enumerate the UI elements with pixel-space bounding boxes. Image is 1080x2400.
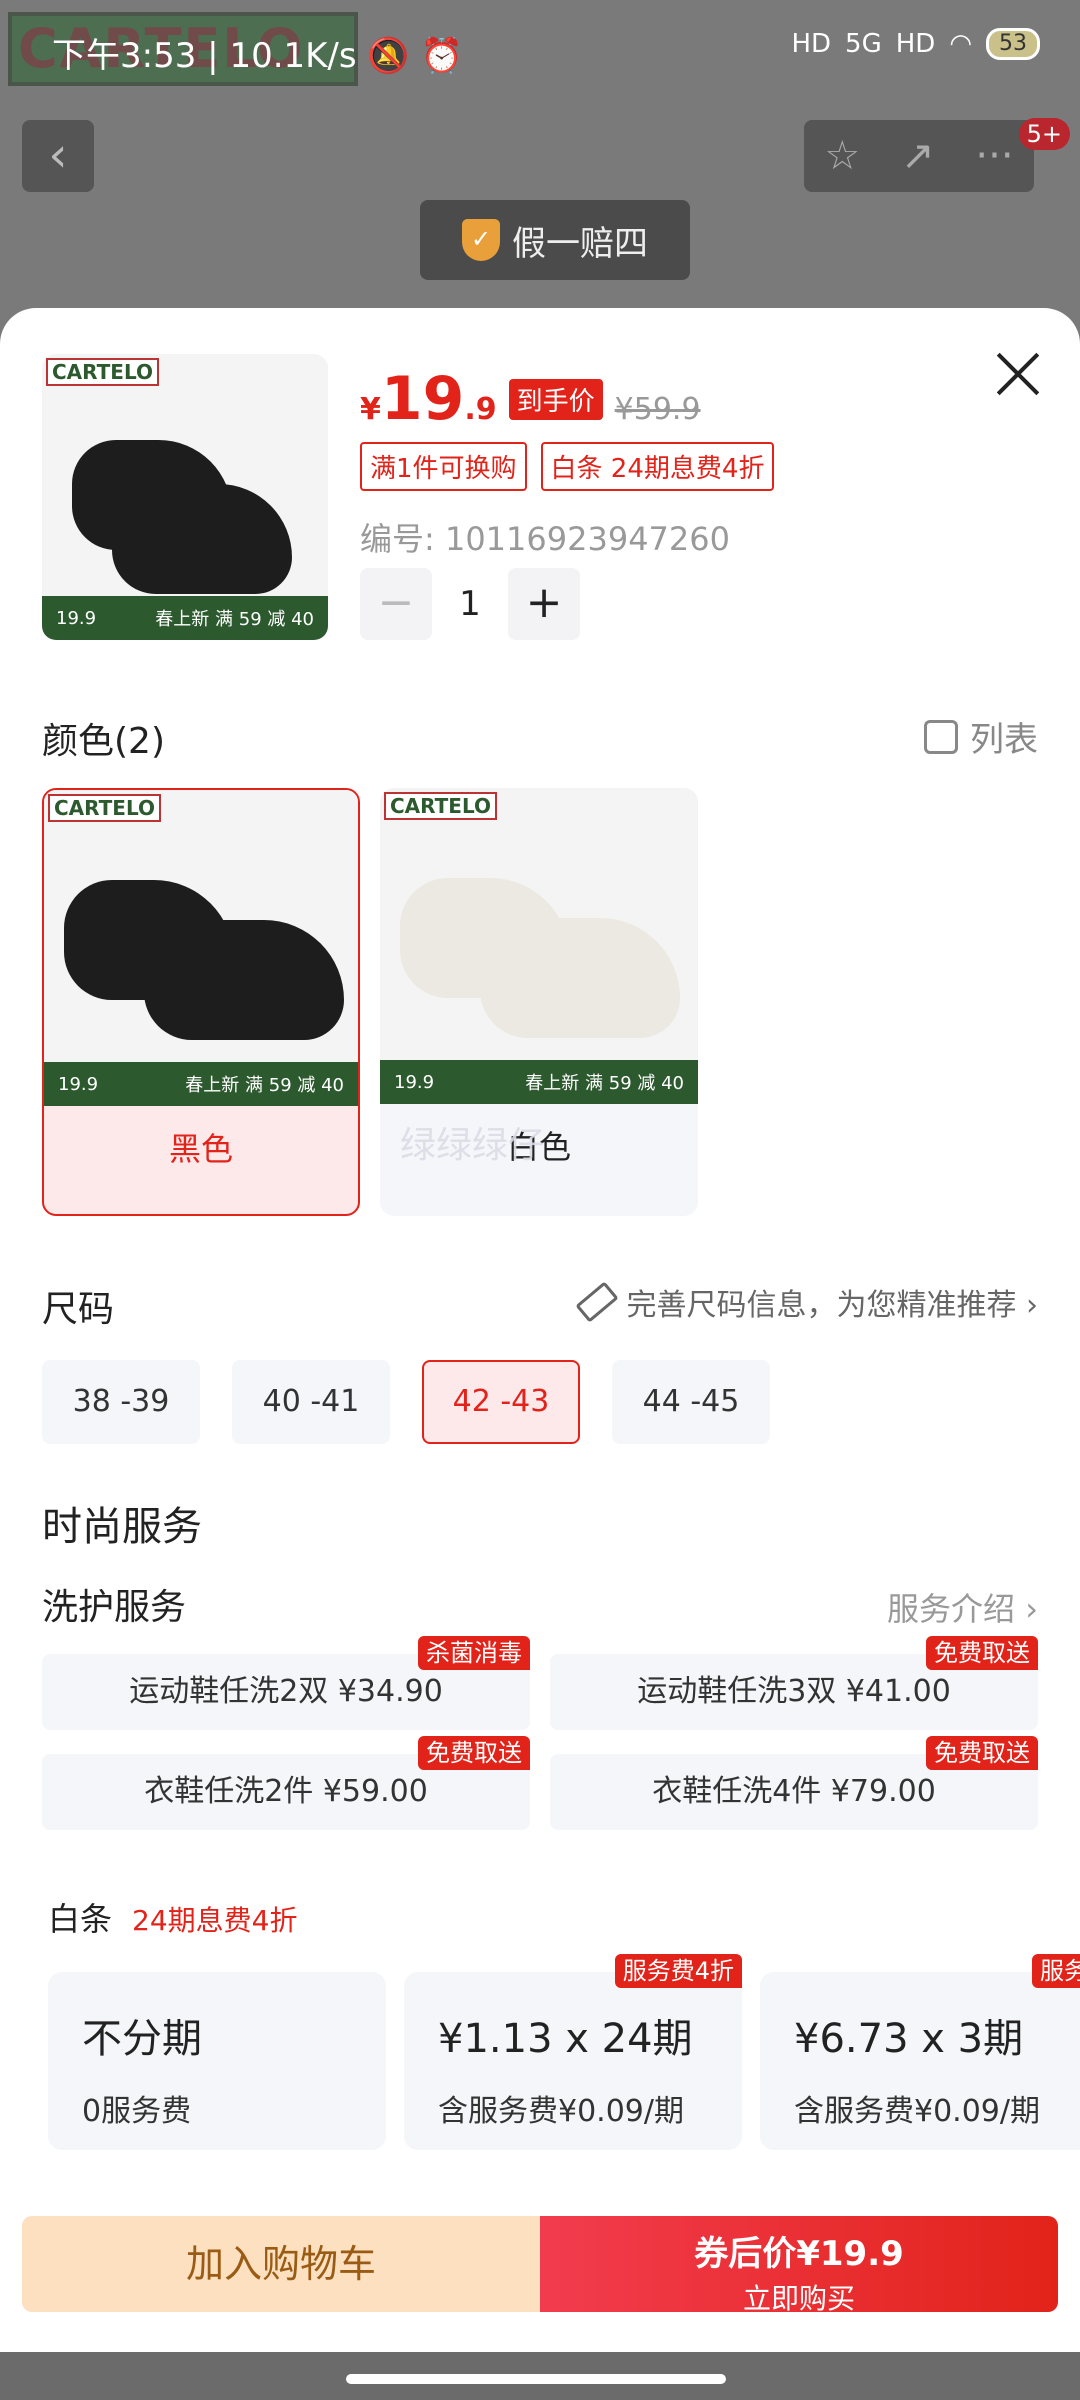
current-price: ¥19.9: [360, 364, 497, 434]
service-intro-link[interactable]: 服务介绍 ›: [887, 1584, 1038, 1630]
size-option[interactable]: 44 -45: [612, 1360, 770, 1444]
share-icon[interactable]: ↗: [901, 133, 935, 179]
quantity-value: 1: [459, 584, 481, 624]
service-option[interactable]: 衣鞋任洗4件 ¥79.00 免费取送: [550, 1736, 1038, 1830]
service-option[interactable]: 运动鞋任洗3双 ¥41.00 免费取送: [550, 1636, 1038, 1730]
sku-selector-sheet: CARTELO 19.9 春上新 满 59 减 40 ¥19.9 到手价 ¥59…: [0, 308, 1080, 2400]
service-badge: 免费取送: [418, 1736, 530, 1770]
service-option[interactable]: 衣鞋任洗2件 ¥59.00 免费取送: [42, 1736, 530, 1830]
wifi-icon: ◠: [949, 29, 972, 59]
wash-service-title: 洗护服务: [42, 1587, 187, 1628]
size-title: 尺码: [42, 1289, 115, 1330]
watermark: 绿绿绿仔: [400, 1125, 545, 1166]
size-option-selected[interactable]: 42 -43: [422, 1360, 580, 1444]
ruler-icon: [575, 1281, 620, 1323]
sku-number: 编号: 10116923947260: [360, 520, 730, 558]
color-image: CARTELO 19.9 春上新 满 59 减 40: [44, 790, 358, 1106]
final-price-tag: 到手价: [508, 378, 603, 420]
hd-icon: HD: [895, 29, 936, 59]
promo-tag: 满1件可换购: [360, 442, 527, 491]
back-button[interactable]: ‹: [22, 120, 94, 192]
size-option[interactable]: 38 -39: [42, 1360, 200, 1444]
guarantee-banner: ✓ 假一赔四: [420, 200, 690, 280]
installment-option[interactable]: ¥6.73 x 3期 含服务费¥0.09/期 服务费: [760, 1954, 1080, 2150]
promo-strip: 19.9 春上新 满 59 减 40: [380, 1060, 698, 1104]
size-recommend-link[interactable]: 完善尺码信息，为您精准推荐 ›: [575, 1280, 1038, 1324]
promo-strip: 19.9 春上新 满 59 减 40: [44, 1062, 358, 1106]
baitiao-title: 白条 24期息费4折: [48, 1900, 298, 1938]
promo-tags: 满1件可换购 白条 24期息费4折: [360, 442, 775, 491]
size-option[interactable]: 40 -41: [232, 1360, 390, 1444]
alarm-icon: ⏰: [420, 36, 463, 76]
list-view-toggle[interactable]: 列表: [924, 712, 1038, 761]
installment-badge: 服务费4折: [614, 1954, 742, 1988]
message-badge: 5+: [1018, 118, 1070, 150]
action-bar: 加入购物车 券后价¥19.9 立即购买: [22, 2216, 1058, 2312]
baitiao-rate: 24期息费4折: [132, 1904, 298, 1937]
decrease-button[interactable]: −: [360, 568, 432, 640]
color-option-black[interactable]: CARTELO 19.9 春上新 满 59 减 40 黑色: [42, 788, 360, 1216]
status-time: 下午3:53 | 10.1K/s 🔕 ⏰: [52, 36, 463, 76]
color-image: CARTELO 19.9 春上新 满 59 减 40: [380, 788, 698, 1104]
increase-button[interactable]: +: [508, 568, 580, 640]
battery-icon: 53: [986, 28, 1040, 60]
price-row: ¥19.9 到手价 ¥59.9: [360, 364, 701, 434]
buy-now-button[interactable]: 券后价¥19.9 立即购买: [540, 2216, 1058, 2312]
color-label: 黑色: [168, 1130, 233, 1168]
service-badge: 免费取送: [926, 1636, 1038, 1670]
hd-icon: HD: [791, 29, 832, 59]
service-badge: 免费取送: [926, 1736, 1038, 1770]
page-actions: ☆ ↗ ···: [804, 120, 1034, 192]
add-to-cart-button[interactable]: 加入购物车: [22, 2216, 540, 2312]
brand-logo: CARTELO: [384, 792, 497, 820]
brand-logo: CARTELO: [48, 794, 161, 822]
promo-strip: 19.9 春上新 满 59 减 40: [42, 596, 328, 640]
size-options: 38 -39 40 -41 42 -43 44 -45: [42, 1360, 770, 1444]
signal-icon: 5G: [845, 29, 882, 59]
shield-check-icon: ✓: [462, 219, 500, 261]
promo-tag: 白条 24期息费4折: [540, 442, 775, 491]
list-icon: [924, 719, 958, 754]
home-indicator[interactable]: [346, 2374, 726, 2384]
installment-option[interactable]: ¥1.13 x 24期 含服务费¥0.09/期 服务费4折: [404, 1954, 742, 2150]
service-badge: 杀菌消毒: [418, 1636, 530, 1670]
brand-logo: CARTELO: [46, 358, 159, 386]
installment-badge: 服务费: [1032, 1954, 1080, 1988]
services-title: 时尚服务: [42, 1504, 202, 1550]
original-price: ¥59.9: [614, 392, 701, 427]
status-bar: 下午3:53 | 10.1K/s 🔕 ⏰ HD 5G HD ◠ 53: [0, 0, 1080, 100]
guarantee-text: 假一赔四: [512, 223, 648, 264]
quantity-stepper: − 1 +: [360, 568, 580, 640]
close-icon[interactable]: [994, 350, 1042, 398]
service-option[interactable]: 运动鞋任洗2双 ¥34.90 杀菌消毒: [42, 1636, 530, 1730]
product-thumbnail: CARTELO 19.9 春上新 满 59 减 40: [42, 354, 328, 640]
mute-icon: 🔕: [367, 36, 410, 76]
star-icon[interactable]: ☆: [824, 133, 860, 179]
status-icons: HD 5G HD ◠ 53: [791, 28, 1040, 60]
more-icon[interactable]: ···: [975, 133, 1013, 179]
color-title: 颜色(2): [42, 721, 165, 762]
installment-option[interactable]: 不分期 0服务费: [48, 1972, 386, 2150]
